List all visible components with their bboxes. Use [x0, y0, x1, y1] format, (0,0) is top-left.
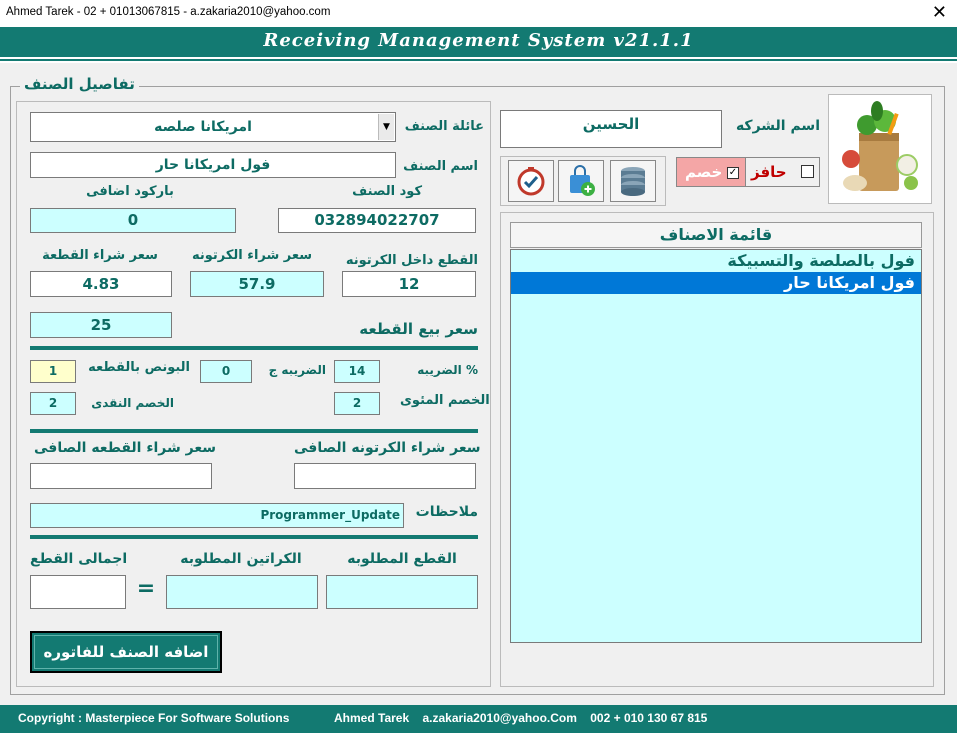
list-item[interactable]: فول بالصلصة والتسبيكة [511, 250, 921, 272]
family-select-value: امريكانا صلصه [154, 119, 252, 135]
equals-sign: = [136, 576, 156, 601]
bonus-input[interactable]: 1 [30, 360, 76, 383]
discount-pct-input[interactable]: 2 [334, 392, 380, 415]
discount-pct-label: الخصم المئوى [400, 393, 490, 408]
piece-price-input[interactable]: 4.83 [30, 271, 172, 297]
product-image [828, 94, 932, 204]
company-input[interactable]: الحسين [500, 110, 722, 148]
piece-price-label: سعر شراء القطعة [42, 248, 158, 263]
cash-checkbox[interactable] [801, 165, 814, 178]
carton-price-label: سعر شراء الكرتونه [191, 248, 312, 263]
items-rows: فول بالصلصة والتسبيكة فول امريكانا حار [511, 250, 921, 294]
discount-checkbox-box[interactable]: ✓ خصم [676, 157, 746, 187]
cash-discount-label: الخصم النقدى [91, 396, 174, 410]
name-label: اسم الصنف [403, 159, 478, 174]
sale-price-input[interactable]: 25 [30, 312, 172, 338]
add-to-invoice-button-label: اضافه الصنف للفاتوره [34, 635, 218, 669]
pieces-per-carton-label: القطع داخل الكرتونه [345, 253, 478, 268]
total-pieces-input[interactable] [30, 575, 126, 609]
cash-discount-input[interactable]: 2 [30, 392, 76, 415]
req-cartons-input[interactable] [166, 575, 318, 609]
carton-price-input[interactable]: 57.9 [190, 271, 324, 297]
notes-input[interactable]: Programmer_Update [30, 503, 404, 528]
cash-checkbox-box[interactable]: حافز [738, 157, 820, 187]
divider [30, 346, 478, 350]
app-banner-title: Receiving Management System v21.1.1 [263, 30, 694, 51]
footer-contact: Ahmed Tarek a.zakaria2010@yahoo.Com 002 … [334, 711, 708, 725]
add-shopping-bag-icon [570, 165, 595, 196]
items-list[interactable]: فول بالصلصة والتسبيكة فول امريكانا حار [510, 249, 922, 643]
cash-checkbox-label: حافز [751, 163, 787, 181]
divider [30, 535, 478, 539]
list-item[interactable]: فول امريكانا حار [511, 272, 921, 294]
clock-button[interactable] [508, 160, 554, 202]
req-cartons-label: الكراتين المطلوبه [180, 551, 302, 567]
bonus-label: البونص بالقطعه [88, 360, 190, 375]
chevron-down-icon[interactable]: ▼ [378, 114, 394, 140]
add-to-invoice-button[interactable]: اضافه الصنف للفاتوره [30, 631, 222, 673]
net-piece-input[interactable] [30, 463, 212, 489]
database-icon [621, 167, 645, 196]
code-input[interactable]: 032894022707 [278, 208, 476, 233]
banner-stripe [0, 57, 957, 61]
tax-amount-input[interactable]: 0 [200, 360, 252, 383]
footer-copyright: Copyright : Masterpiece For Software Sol… [18, 711, 290, 725]
app-banner: Receiving Management System v21.1.1 [0, 27, 957, 57]
grocery-bag-icon [842, 101, 918, 191]
company-label: اسم الشركه [735, 118, 820, 134]
database-button[interactable] [610, 160, 656, 202]
name-input[interactable]: فول امريكانا حار [30, 152, 396, 178]
sale-price-label: سعر بيع القطعه [359, 320, 478, 338]
family-label: عائلة الصنف [404, 119, 484, 134]
title-bar: Ahmed Tarek - 02 + 01013067815 - a.zakar… [0, 0, 957, 27]
net-carton-input[interactable] [294, 463, 476, 489]
family-select[interactable]: امريكانا صلصه ▼ [30, 112, 396, 142]
divider [30, 429, 478, 433]
close-icon[interactable]: ✕ [932, 2, 947, 23]
clock-check-icon [517, 167, 545, 196]
window-title: Ahmed Tarek - 02 + 01013067815 - a.zakar… [6, 6, 331, 18]
net-piece-label: سعر شراء القطعه الصافى [34, 440, 217, 456]
extra-barcode-label: باركود اضافى [86, 184, 174, 199]
tax-amount-label: الضريبه ج [268, 363, 326, 377]
pieces-per-carton-input[interactable]: 12 [342, 271, 476, 297]
items-header: قائمة الاصناف [510, 222, 922, 248]
footer-bar: Copyright : Masterpiece For Software Sol… [0, 705, 957, 733]
req-pieces-input[interactable] [326, 575, 478, 609]
extra-barcode-input[interactable]: 0 [30, 208, 236, 233]
code-label: كود الصنف [352, 184, 422, 199]
tax-pct-label: الضريبه % [417, 363, 478, 377]
net-carton-label: سعر شراء الكرتونه الصافى [294, 440, 481, 456]
check-icon[interactable]: ✓ [727, 167, 739, 179]
notes-label: ملاحظات [415, 504, 478, 520]
req-pieces-label: القطع المطلوبه [347, 551, 457, 567]
add-item-button[interactable] [558, 160, 604, 202]
tax-pct-input[interactable]: 14 [334, 360, 380, 383]
total-pieces-label: اجمالى القطع [30, 551, 128, 567]
details-group-title: تفاصيل الصنف [20, 75, 139, 93]
discount-checkbox-label: خصم [685, 163, 723, 181]
